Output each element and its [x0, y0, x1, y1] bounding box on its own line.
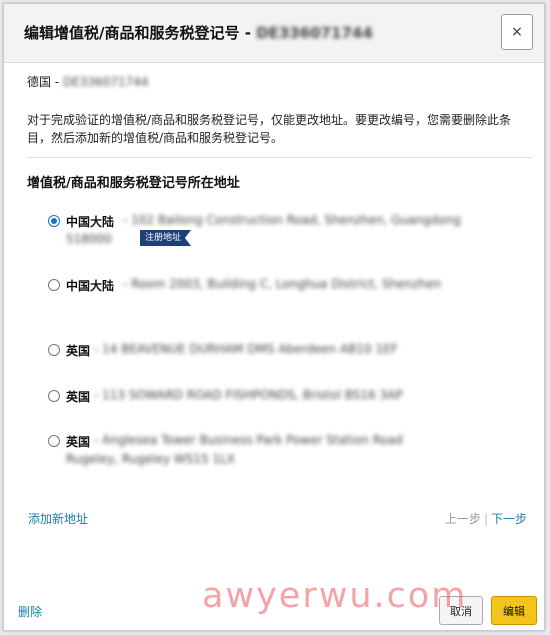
address-line: - 14 BEAVENUE DURHAM DMS Aberdeen AB10 1… [94, 342, 398, 356]
add-new-address-link[interactable]: 添加新地址 [28, 510, 88, 527]
address-line: - 113 SOWARD ROAD FISHPONDS, Bristol BS1… [94, 388, 403, 402]
address-country: 中国大陆 [66, 215, 115, 229]
registered-address-badge: 注册地址 [140, 230, 192, 246]
close-button[interactable]: × [501, 14, 533, 50]
edit-button[interactable]: 编辑 [491, 596, 537, 625]
vat-country: 德国 - [27, 75, 63, 89]
address-radio[interactable] [48, 344, 60, 356]
dialog-title-text: 编辑增值税/商品和服务税登记号 - [24, 24, 257, 42]
next-step-link[interactable]: 下一步 [491, 512, 527, 526]
dialog-title-number: DE336071744 [256, 24, 373, 42]
address-country: 英国 [66, 390, 91, 404]
address-country: 中国大陆 [66, 279, 115, 293]
address-line: - 102 Bailong Construction Road, Shenzhe… [123, 213, 461, 227]
pagination-separator: | [483, 512, 488, 526]
address-radio-selected[interactable] [48, 215, 60, 227]
delete-link[interactable]: 删除 [18, 603, 42, 620]
address-country: 英国 [66, 344, 91, 358]
address-section-title: 增值税/商品和服务税登记号所在地址 [27, 176, 240, 191]
address-radio[interactable] [48, 279, 60, 291]
edit-notice: 对于完成验证的增值税/商品和服务税登记号，仅能更改地址。要更改编号，您需要删除此… [27, 113, 512, 145]
address-radio[interactable] [48, 390, 60, 402]
divider [27, 157, 532, 158]
edit-vat-dialog: 编辑增值税/商品和服务税登记号 - DE336071744 × 德国 - DE3… [3, 3, 545, 631]
vat-number: DE336071744 [62, 75, 149, 89]
vat-registration-line: 德国 - DE336071744 [27, 73, 149, 90]
dialog-title: 编辑增值税/商品和服务税登记号 - DE336071744 [24, 22, 373, 43]
dialog-header: 编辑增值税/商品和服务税登记号 - DE336071744 × [4, 4, 544, 63]
address-line-2: Rugeley, Rugeley WS15 1LX [66, 452, 235, 466]
address-line-2: 518000 [66, 232, 112, 246]
address-line: - Anglesea Tower Business Park Power Sta… [94, 433, 403, 447]
watermark-text: awyerwu.com [202, 576, 468, 616]
address-country: 英国 [66, 435, 91, 449]
address-radio[interactable] [48, 435, 60, 447]
address-line: - Room 2003, Building C, Longhua Distric… [123, 277, 442, 291]
previous-step-link[interactable]: 上一步 [445, 512, 481, 526]
pagination: 上一步 | 下一步 [445, 510, 527, 527]
close-icon: × [511, 24, 523, 40]
